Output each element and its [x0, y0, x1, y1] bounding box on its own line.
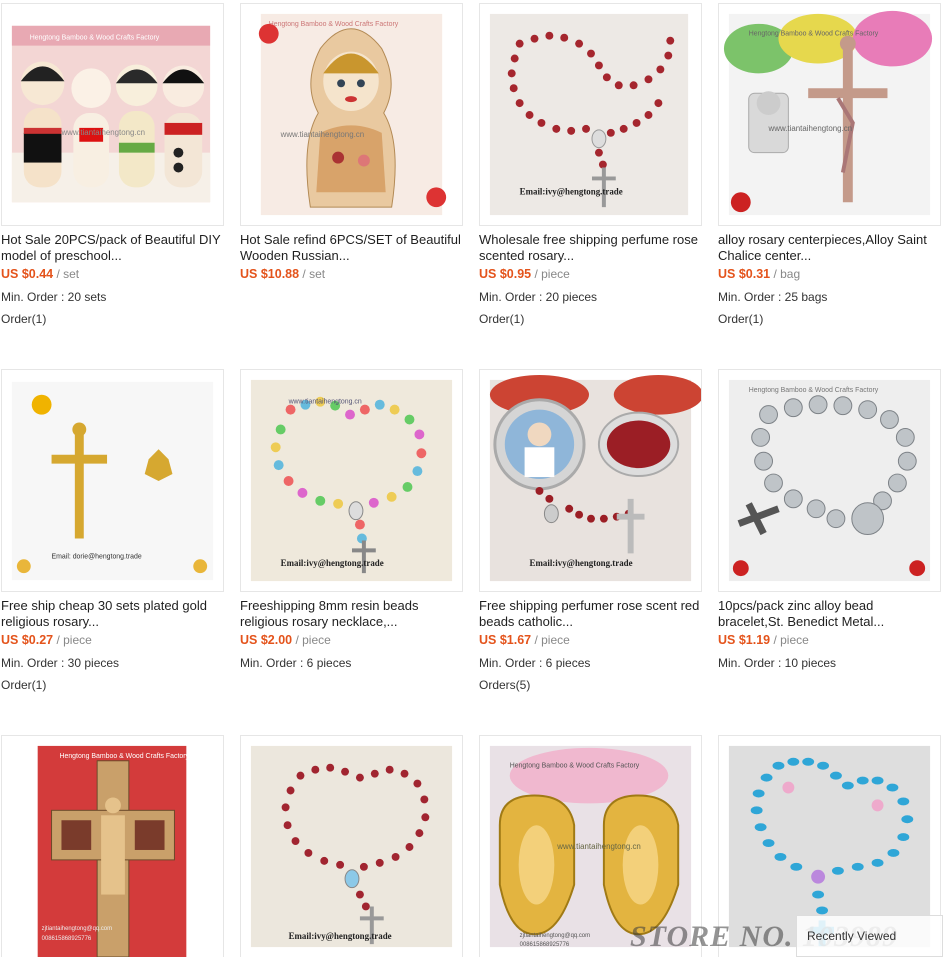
- product-image[interactable]: www.tiantaihengtong.cn Email:ivy@hengton…: [240, 369, 463, 592]
- product-image[interactable]: Hengtong Bamboo & Wood Crafts Factory ww…: [718, 3, 941, 226]
- watermark-text: Hengtong Bamboo & Wood Crafts Factory: [269, 21, 399, 28]
- product-image[interactable]: Hengtong Bamboo & Wood Crafts Factory zj…: [1, 735, 224, 957]
- watermark-text: Email:ivy@hengtong.trade: [520, 186, 623, 196]
- recently-viewed-bar[interactable]: Recently Viewed: [796, 915, 943, 957]
- product-price: US $2.00 / piece: [240, 633, 331, 647]
- product-image[interactable]: Hengtong Bamboo & Wood Crafts Factory ww…: [240, 3, 463, 226]
- min-order: Min. Order : 30 pieces: [1, 656, 120, 670]
- product-price: US $10.88 / set: [240, 267, 325, 281]
- price-unit: / piece: [770, 633, 809, 647]
- product-price: US $0.31 / bag: [718, 267, 800, 281]
- product-price: US $0.44 / set: [1, 267, 79, 281]
- product-title[interactable]: Free shipping perfumer rose scent red be…: [479, 598, 701, 632]
- wooden-dolls-image: Hengtong Bamboo & Wood Crafts Factory ww…: [11, 25, 211, 203]
- watermark-text: Email:ivy@hengtong.trade: [281, 558, 384, 568]
- product-image[interactable]: Hengtong Bamboo & Wood Crafts Factory: [718, 369, 941, 592]
- price-amount: US $0.31: [718, 267, 771, 281]
- watermark-text: Hengtong Bamboo & Wood Crafts Factory: [510, 763, 640, 770]
- product-title[interactable]: Hot Sale 20PCS/pack of Beautiful DIY mod…: [1, 232, 223, 266]
- product-grid: Hengtong Bamboo & Wood Crafts Factory ww…: [0, 0, 943, 957]
- red-rosary-image: Email:ivy@hengtong.trade: [489, 13, 689, 216]
- product-title[interactable]: alloy rosary centerpieces,Alloy Saint Ch…: [718, 232, 940, 266]
- product-image[interactable]: Hengtong Bamboo & Wood Crafts Factory: [1, 3, 224, 226]
- price-amount: US $0.95: [479, 267, 532, 281]
- product-title[interactable]: Freeshipping 8mm resin beads religious r…: [240, 598, 462, 632]
- order-count[interactable]: Order(1): [1, 312, 46, 326]
- price-amount: US $1.19: [718, 633, 771, 647]
- price-unit: / piece: [531, 633, 570, 647]
- product-image[interactable]: Email:ivy@hengtong.trade: [479, 3, 702, 226]
- price-unit: / set: [299, 267, 326, 281]
- svg-text:www.tiantaihengtong.cn: www.tiantaihengtong.cn: [60, 128, 145, 137]
- order-count[interactable]: Order(1): [718, 312, 763, 326]
- rosary-box-image: Email:ivy@hengtong.trade: [489, 374, 701, 582]
- svg-text:008615868925776: 008615868925776: [520, 942, 570, 948]
- russian-doll-image: Hengtong Bamboo & Wood Crafts Factory ww…: [258, 13, 447, 216]
- product-title[interactable]: Free ship cheap 30 sets plated gold reli…: [1, 598, 223, 632]
- striped-rosary-image: www.tiantaihengtong.cn Email:ivy@hengton…: [250, 379, 453, 582]
- svg-text:008615868925776: 008615868925776: [42, 936, 92, 942]
- product-price: US $0.95 / piece: [479, 267, 570, 281]
- san-damiano-cross-image: Hengtong Bamboo & Wood Crafts Factory zj…: [37, 745, 190, 957]
- product-image[interactable]: Email:ivy@hengtong.trade: [479, 369, 702, 592]
- recently-viewed-label[interactable]: Recently Viewed: [807, 929, 896, 943]
- price-amount: US $1.67: [479, 633, 532, 647]
- price-unit: / piece: [292, 633, 331, 647]
- product-title[interactable]: 10pcs/pack zinc alloy bead bracelet,St. …: [718, 598, 940, 632]
- svg-text:zjtiantaihengtong@qq.com: zjtiantaihengtong@qq.com: [42, 926, 112, 932]
- price-amount: US $0.27: [1, 633, 54, 647]
- price-amount: US $10.88: [240, 267, 300, 281]
- watermark-text: Hengtong Bamboo & Wood Crafts Factory: [59, 753, 189, 760]
- watermark-text: Email:ivy@hengtong.trade: [530, 558, 633, 568]
- watermark-text: Hengtong Bamboo & Wood Crafts Factory: [749, 387, 879, 394]
- svg-text:zjtiantaihengtong@qq.com: zjtiantaihengtong@qq.com: [520, 933, 590, 939]
- svg-text:www.tiantaihengtong.cn: www.tiantaihengtong.cn: [288, 399, 362, 406]
- price-unit: / bag: [770, 267, 801, 281]
- silver-crucifix-image: Hengtong Bamboo & Wood Crafts Factory ww…: [723, 10, 933, 216]
- product-price: US $1.19 / piece: [718, 633, 809, 647]
- watermark-text: Hengtong Bamboo & Wood Crafts Factory: [30, 35, 160, 42]
- min-order: Min. Order : 20 sets: [1, 290, 107, 304]
- watermark-text: Email:ivy@hengtong.trade: [289, 931, 392, 941]
- watermark-text: Hengtong Bamboo & Wood Crafts Factory: [749, 31, 879, 38]
- product-image[interactable]: Email: dorie@hengtong.trade: [1, 369, 224, 592]
- product-title[interactable]: Hot Sale refind 6PCS/SET of Beautiful Wo…: [240, 232, 462, 266]
- product-image[interactable]: Email:ivy@hengtong.trade: [240, 735, 463, 957]
- min-order: Min. Order : 6 pieces: [240, 656, 352, 670]
- price-unit: / piece: [53, 633, 92, 647]
- product-image[interactable]: Hengtong Bamboo & Wood Crafts Factory ww…: [479, 735, 702, 957]
- price-unit: / set: [53, 267, 80, 281]
- order-count[interactable]: Order(1): [1, 678, 46, 692]
- min-order: Min. Order : 25 bags: [718, 290, 828, 304]
- watermark-text: Email: dorie@hengtong.trade: [52, 553, 142, 560]
- product-price: US $1.67 / piece: [479, 633, 570, 647]
- svg-text:www.tiantaihengtong.cn: www.tiantaihengtong.cn: [768, 124, 853, 133]
- svg-text:www.tiantaihengtong.cn: www.tiantaihengtong.cn: [556, 842, 641, 851]
- min-order: Min. Order : 20 pieces: [479, 290, 598, 304]
- min-order: Min. Order : 10 pieces: [718, 656, 837, 670]
- price-amount: US $2.00: [240, 633, 293, 647]
- order-count[interactable]: Order(1): [479, 312, 524, 326]
- product-title[interactable]: Wholesale free shipping perfume rose sce…: [479, 232, 701, 266]
- svg-text:www.tiantaihengtong.cn: www.tiantaihengtong.cn: [280, 130, 365, 139]
- red-rosary-2-image: Email:ivy@hengtong.trade: [250, 745, 453, 948]
- order-count[interactable]: Orders(5): [479, 678, 530, 692]
- benedict-bracelet-image: Hengtong Bamboo & Wood Crafts Factory: [728, 379, 931, 582]
- product-price: US $0.27 / piece: [1, 633, 92, 647]
- price-unit: / piece: [531, 267, 570, 281]
- gold-crucifix-image: Email: dorie@hengtong.trade: [11, 381, 214, 581]
- gold-centerpiece-image: Hengtong Bamboo & Wood Crafts Factory ww…: [489, 745, 692, 948]
- min-order: Min. Order : 6 pieces: [479, 656, 591, 670]
- price-amount: US $0.44: [1, 267, 54, 281]
